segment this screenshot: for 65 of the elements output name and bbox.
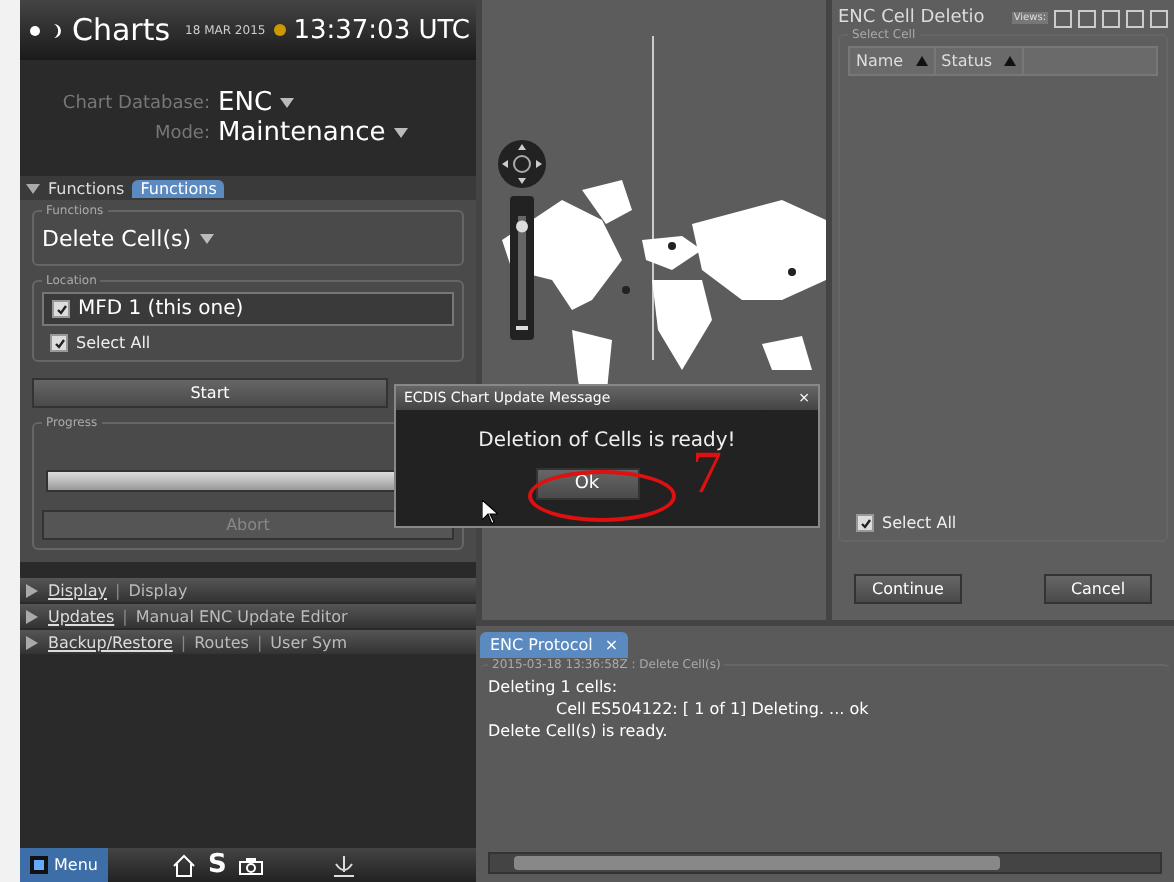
moon-icon[interactable] [52, 21, 64, 39]
setting-dropdown[interactable]: Maintenance [218, 118, 476, 148]
sun-icon[interactable] [26, 21, 44, 39]
section-header[interactable]: Updates | Manual ENC Update Editor [20, 604, 476, 628]
section-header[interactable]: Backup/Restore | Routes | User Sym [20, 630, 476, 654]
log-line: Cell ES504122: [ 1 of 1] Deleting. ... ok [554, 698, 871, 720]
section-link[interactable]: Backup/Restore [48, 633, 173, 651]
checkbox[interactable] [856, 514, 874, 532]
setting-label: Mode: [152, 123, 210, 143]
separator-text: | [115, 581, 121, 599]
column-header[interactable]: Status [935, 48, 1025, 74]
function-dropdown[interactable]: Delete Cell(s) [42, 222, 454, 256]
dialog-button[interactable]: Cancel [1044, 574, 1152, 604]
setting-dropdown[interactable]: ENC [218, 88, 476, 118]
dialog-button[interactable]: Continue [854, 574, 962, 604]
slider-thumb[interactable] [516, 220, 528, 233]
status-dot [273, 24, 286, 36]
expand-arrow-icon[interactable] [26, 181, 40, 195]
expand-arrow-icon[interactable] [26, 609, 40, 623]
section-link[interactable]: Manual ENC Update Editor [135, 607, 348, 625]
caret-icon [280, 98, 295, 108]
expand-arrow-icon[interactable] [26, 635, 40, 649]
separator-text: | [122, 607, 128, 625]
log-line: Delete Cell(s) is ready. [488, 720, 670, 742]
home-icon[interactable] [171, 853, 196, 877]
app-logo-icon [30, 856, 48, 874]
setting-label: Chart Database: [60, 93, 210, 113]
checkbox[interactable] [52, 300, 70, 318]
separator-text: | [180, 633, 187, 651]
section-link[interactable]: Display [128, 581, 188, 599]
expand-arrow-icon[interactable] [26, 583, 40, 597]
checkbox-label: Select All [76, 334, 151, 352]
caret-icon [199, 234, 214, 244]
camera-icon[interactable] [238, 855, 265, 875]
column-header[interactable]: Name [850, 48, 936, 74]
sort-arrow-icon[interactable] [1004, 56, 1017, 66]
log-line: Deleting 1 cells: [488, 676, 620, 698]
sort-arrow-icon[interactable] [915, 56, 928, 66]
section-title: Functions [48, 179, 125, 197]
tab[interactable]: ENC Protocol × [480, 632, 629, 658]
separator-text: | [256, 633, 263, 651]
start-button[interactable]: Start [32, 378, 388, 408]
checkbox-label: Select All [882, 514, 957, 532]
checkbox[interactable] [50, 334, 68, 352]
pan-control-icon[interactable] [498, 140, 546, 188]
ok-button[interactable]: Ok [535, 468, 639, 500]
scroll-thumb[interactable] [514, 856, 1000, 870]
zoom-slider[interactable] [510, 196, 534, 340]
anchor-icon[interactable] [332, 853, 357, 877]
section-link[interactable]: Routes [194, 633, 249, 651]
caret-icon [393, 128, 408, 138]
close-icon[interactable]: × [604, 636, 619, 654]
s-icon[interactable]: S [207, 850, 227, 880]
panel-title: Charts [72, 12, 171, 48]
section-link[interactable]: Updates [48, 607, 115, 625]
mouse-cursor-icon [482, 500, 498, 524]
menu-button[interactable]: Menu [20, 848, 108, 882]
section-link[interactable]: Display [48, 581, 107, 599]
panel-title: ENC Cell Deletio [838, 8, 985, 28]
section-header[interactable]: Display | Display [20, 578, 476, 602]
checkbox-label: MFD 1 (this one) [78, 298, 244, 320]
horizontal-scrollbar[interactable] [488, 852, 1162, 874]
tab[interactable]: Functions [132, 179, 225, 197]
section-link[interactable]: User Sym [270, 633, 348, 651]
clock-time: 13:37:03 UTC [293, 15, 470, 45]
